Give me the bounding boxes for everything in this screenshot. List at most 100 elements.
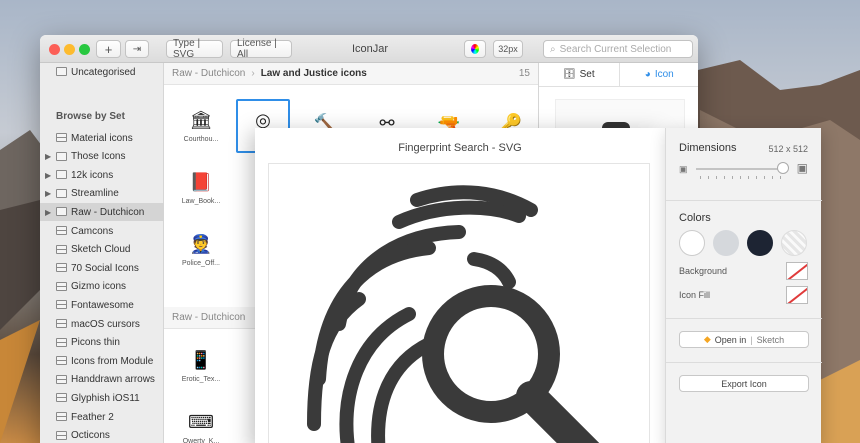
license-filter-button[interactable]: License | All — [230, 38, 292, 60]
color-picker-button[interactable] — [464, 40, 486, 58]
sidebar-item-label: Picons thin — [71, 337, 120, 349]
icon-cell[interactable]: 🏛 Courthou... — [174, 99, 228, 153]
dimensions-value: 512 x 512 — [768, 144, 808, 154]
icon-cell[interactable]: 👮 Police_Off... — [174, 223, 228, 277]
chevron-right-icon: › — [251, 68, 255, 79]
color-swatch[interactable] — [747, 230, 773, 256]
import-button[interactable]: ⇥ — [125, 40, 149, 58]
sketch-icon: ◆ — [703, 334, 711, 344]
search-input[interactable]: ⌕ Search Current Selection — [543, 40, 693, 58]
sidebar-item[interactable]: Picons thin — [40, 334, 164, 352]
search-placeholder: Search Current Selection — [559, 43, 672, 55]
dimensions-slider[interactable] — [696, 162, 790, 174]
sidebar-item-label: Icons from Module — [71, 355, 154, 367]
minimize-window-button[interactable] — [64, 44, 75, 55]
sidebar-item[interactable]: ▶ Those Icons — [40, 148, 164, 166]
tab-icon[interactable]: ◕ Icon — [618, 63, 699, 86]
erotic-text-icon: 📱 — [189, 349, 213, 370]
icon-fill-color-well[interactable] — [786, 286, 808, 304]
icon-cell-name: Law_Book... — [181, 197, 221, 205]
color-wheel-icon — [471, 44, 479, 54]
archive-icon — [56, 393, 67, 403]
icon-cell-name: Qwerty_K... — [182, 437, 220, 443]
sidebar-item-label: Fontawesome — [71, 299, 134, 311]
icon-cell[interactable]: 📕 Law_Book... — [174, 161, 228, 215]
tab-icon-label: Icon — [654, 69, 674, 80]
sidebar-item[interactable]: Handdrawn arrows — [40, 371, 164, 389]
sidebar-item[interactable]: Glyphish iOS11 — [40, 389, 164, 407]
sidebar-item-uncategorised[interactable]: Uncategorised — [40, 63, 164, 81]
sidebar-item-label: Raw - Dutchicon — [71, 206, 145, 218]
disclosure-triangle-icon[interactable]: ▶ — [45, 208, 51, 217]
icon-cell[interactable]: 📱 Erotic_Tex... — [174, 339, 228, 393]
divider — [666, 200, 822, 201]
sidebar-item-label: Uncategorised — [71, 66, 136, 78]
archive-icon — [56, 356, 67, 366]
import-icon: ⇥ — [132, 43, 142, 55]
sidebar-item-label: macOS cursors — [71, 318, 140, 330]
sidebar-item[interactable]: Gizmo icons — [40, 278, 164, 296]
archive-icon: 🗄 — [562, 69, 576, 80]
sidebar-section-title: Browse by Set — [56, 111, 125, 122]
section-set-name: Raw - Dutchicon — [172, 68, 246, 79]
sidebar-item[interactable]: macOS cursors — [40, 315, 164, 333]
archive-icon — [56, 281, 67, 291]
slider-knob[interactable] — [777, 162, 790, 174]
zoom-window-button[interactable] — [79, 44, 90, 55]
close-window-button[interactable] — [49, 44, 60, 55]
sidebar-item[interactable]: Feather 2 — [40, 408, 164, 426]
inspector-thumbnail — [555, 99, 685, 129]
type-filter-button[interactable]: Type | SVG — [166, 38, 223, 60]
section-count: 15 — [518, 68, 530, 79]
color-swatch[interactable] — [679, 230, 705, 256]
export-icon-button[interactable]: Export Icon — [679, 375, 809, 392]
sidebar-item-label: Handdrawn arrows — [71, 374, 155, 386]
search-icon: ⌕ — [550, 43, 556, 55]
archive-icon — [56, 244, 67, 254]
preview-title: Fingerprint Search - SVG — [398, 142, 522, 154]
sidebar-item-label: Octicons — [71, 430, 110, 442]
sidebar-item[interactable]: Octicons — [40, 427, 164, 443]
archive-icon — [56, 319, 67, 328]
open-in-sketch-button[interactable]: ◆ Open in | Sketch — [679, 331, 809, 348]
section-header: Raw - Dutchicon › Law and Justice icons … — [164, 63, 538, 85]
divider — [666, 362, 822, 363]
window-title: IconJar — [351, 43, 389, 55]
disclosure-triangle-icon[interactable]: ▶ — [45, 189, 51, 198]
icon-cell[interactable]: ⌨ Qwerty_K... — [174, 401, 228, 443]
sidebar-item[interactable]: Fontawesome — [40, 296, 164, 314]
icon-settings-panel: Dimensions 512 x 512 ▣ ▣ Colors Backgrou… — [665, 128, 822, 443]
sidebar-item-label: Sketch Cloud — [71, 244, 131, 256]
sidebar-item[interactable]: 70 Social Icons — [40, 259, 164, 277]
disclosure-triangle-icon[interactable]: ▶ — [45, 152, 51, 161]
sidebar-item[interactable]: ▶ Streamline — [40, 185, 164, 203]
sidebar-item[interactable]: Sketch Cloud — [40, 241, 164, 259]
section-group-name: Law and Justice icons — [260, 68, 367, 79]
background-label: Background — [679, 266, 728, 276]
color-swatch[interactable] — [713, 230, 739, 256]
folder-icon — [56, 67, 67, 76]
archive-icon — [56, 412, 67, 421]
disclosure-triangle-icon[interactable]: ▶ — [45, 171, 51, 180]
sidebar-item[interactable]: ▶ Raw - Dutchicon — [40, 203, 164, 222]
type-filter-label: Type | SVG — [173, 38, 201, 60]
folder-icon — [56, 170, 67, 180]
sidebar-item[interactable]: Icons from Module — [40, 352, 164, 370]
colors-label: Colors — [679, 212, 711, 224]
sidebar-item-label: Those Icons — [71, 151, 126, 163]
courthouse-icon: 🏛 — [189, 109, 213, 130]
color-swatch[interactable] — [781, 230, 807, 256]
sidebar-item[interactable]: ▶ 12k icons — [40, 166, 164, 184]
law-book-icon: 📕 — [189, 171, 213, 192]
fingerprint-search-icon — [307, 185, 600, 443]
archive-icon — [56, 263, 67, 273]
separator: | — [750, 334, 753, 345]
size-button[interactable]: 32px — [493, 40, 523, 58]
archive-icon — [56, 133, 67, 142]
add-button[interactable]: + — [96, 40, 121, 58]
tab-set[interactable]: 🗄 Set — [539, 63, 619, 86]
sidebar-item[interactable]: Material icons — [40, 129, 164, 147]
background-color-well[interactable] — [786, 262, 808, 280]
divider — [666, 318, 822, 319]
sidebar-item[interactable]: Camcons — [40, 222, 164, 240]
